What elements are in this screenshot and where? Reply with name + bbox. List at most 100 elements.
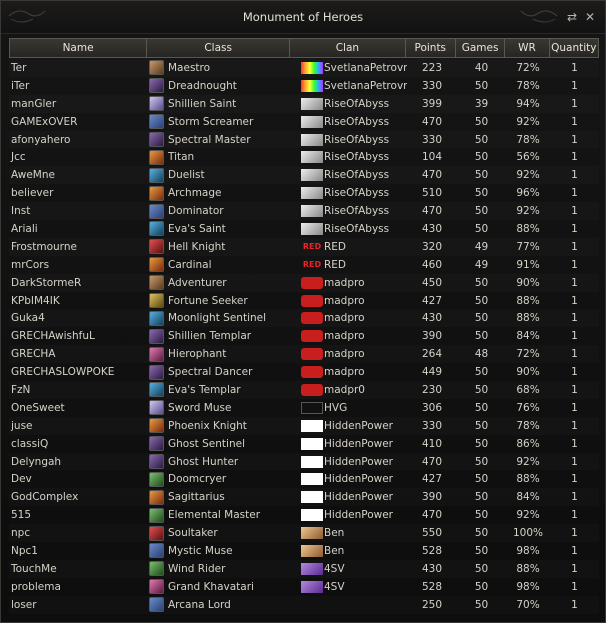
column-header-name[interactable]: Name (10, 39, 148, 57)
table-row[interactable]: juse Phoenix Knight HiddenPower 330 50 78% 1 (9, 417, 599, 435)
class-icon (149, 78, 164, 94)
table-row[interactable]: GRECHAwishfuL Shillien Templar madpro 390 50… (9, 327, 599, 345)
winrate-value: 92% (516, 205, 540, 218)
winrate-value: 77% (516, 240, 540, 253)
table-row[interactable]: Inst Dominator RiseOfAbyss 470 50 92% 1 (9, 202, 599, 220)
table-row[interactable]: npc Soultaker Ben 550 50 100% 1 (9, 524, 599, 542)
column-header-points[interactable]: Points (406, 39, 456, 57)
class-name: Hierophant (168, 348, 227, 361)
class-name: Dreadnought (168, 79, 237, 92)
table-row[interactable]: Frostmourne Hell Knight RED RED 320 49 77% 1 (9, 238, 599, 256)
table-row[interactable]: GRECHASLOWPOKE Spectral Dancer madpro 449 50… (9, 363, 599, 381)
table-row[interactable]: mrCors Cardinal RED RED 460 49 91% 1 (9, 256, 599, 274)
class-name: Mystic Muse (168, 544, 233, 557)
class-cell: Arcana Lord (147, 597, 291, 613)
monument-of-heroes-window: Monument of Heroes ⇄ ✕ Name Class Clan P… (0, 0, 606, 623)
column-header-games[interactable]: Games (456, 39, 506, 57)
player-name: Inst (11, 205, 31, 218)
player-name: manGler (11, 97, 57, 110)
points-value: 550 (421, 527, 443, 540)
column-header-class[interactable]: Class (147, 39, 291, 57)
table-row[interactable]: KPbIM4IK Fortune Seeker madpro 427 50 88% 1 (9, 292, 599, 310)
table-row[interactable]: Jcc Titan RiseOfAbyss 104 50 56% 1 (9, 148, 599, 166)
class-name: Sagittarius (168, 491, 225, 504)
class-name: Maestro (168, 61, 211, 74)
clan-name: madpr0 (324, 383, 365, 396)
column-header-clan[interactable]: Clan (290, 39, 406, 57)
table-row[interactable]: OneSweet Sword Muse HVG 306 50 76% 1 (9, 399, 599, 417)
table-row[interactable]: believer Archmage RiseOfAbyss 510 50 96% 1 (9, 184, 599, 202)
clan-emblem-icon (301, 562, 323, 575)
winrate-value: 100% (512, 527, 544, 540)
table-row[interactable]: GodComplex Sagittarius HiddenPower 390 50 84%… (9, 488, 599, 506)
quantity-value: 1 (571, 330, 578, 343)
player-name: 515 (11, 509, 32, 522)
class-cell: Sagittarius (147, 489, 291, 505)
winrate-value: 76% (516, 401, 540, 414)
class-cell: Fortune Seeker (147, 293, 291, 309)
table-row[interactable]: DarkStormeR Adventurer madpro 450 50 90% 1 (9, 274, 599, 292)
class-icon (149, 382, 164, 398)
class-cell: Adventurer (147, 275, 291, 291)
close-icon[interactable]: ✕ (583, 10, 597, 24)
player-name: GAMExOVER (11, 115, 78, 128)
column-header-quantity[interactable]: Quantity (550, 39, 598, 57)
player-name: Npc1 (11, 544, 38, 557)
class-cell: Ghost Hunter (147, 454, 291, 470)
points-value: 528 (421, 544, 443, 557)
clan-emblem-icon (301, 348, 323, 361)
table-row[interactable]: Npc1 Mystic Muse Ben 528 50 98% 1 (9, 542, 599, 560)
player-name: DarkStormeR (11, 276, 82, 289)
games-value: 50 (474, 437, 489, 450)
clan-cell: madpro (291, 276, 407, 289)
table-row[interactable]: Delyngah Ghost Hunter HiddenPower 470 50 92% 1 (9, 453, 599, 471)
clan-emblem-icon (301, 383, 323, 396)
quantity-value: 1 (571, 240, 578, 253)
table-row[interactable]: Guka4 Moonlight Sentinel madpro 430 50 88% 1 (9, 309, 599, 327)
games-value: 49 (474, 258, 489, 271)
table-row[interactable]: 515 Elemental Master HiddenPower 470 50 92% 1 (9, 506, 599, 524)
class-cell: Grand Khavatari (147, 579, 291, 595)
table-row[interactable]: FzN Eva's Templar madpr0 230 50 68% 1 (9, 381, 599, 399)
class-name: Wind Rider (168, 562, 226, 575)
games-value: 48 (474, 348, 489, 361)
clan-emblem-icon (301, 527, 323, 540)
games-value: 50 (474, 312, 489, 325)
table-row[interactable]: Ariali Eva's Saint RiseOfAbyss 430 50 88% 1 (9, 220, 599, 238)
table-row[interactable]: classiQ Ghost Sentinel HiddenPower 410 50 86%… (9, 435, 599, 453)
winrate-value: 72% (516, 348, 540, 361)
table-row[interactable]: Ter Maestro SvetlanaPetrovn 223 40 72% 1 (9, 59, 599, 77)
table-row[interactable]: TouchMe Wind Rider 4SV 430 50 88% 1 (9, 560, 599, 578)
table-row[interactable]: manGler Shillien Saint RiseOfAbyss 399 39 94%… (9, 95, 599, 113)
clan-emblem-icon (301, 79, 323, 92)
clan-name: RED (324, 240, 347, 253)
winrate-value: 78% (516, 133, 540, 146)
class-icon (149, 436, 164, 452)
table-row[interactable]: AweMne Duelist RiseOfAbyss 470 50 92% 1 (9, 166, 599, 184)
clan-cell: 4SV (291, 562, 407, 575)
class-icon (149, 167, 164, 183)
clan-cell: HiddenPower (291, 455, 407, 468)
clan-emblem-icon: RED (302, 241, 322, 251)
class-name: Grand Khavatari (168, 580, 254, 593)
class-icon (149, 275, 164, 291)
table-row[interactable]: problema Grand Khavatari 4SV 528 50 98% 1 (9, 578, 599, 596)
winrate-value: 92% (516, 509, 540, 522)
games-value: 50 (474, 527, 489, 540)
table-row[interactable]: Dev Doomcryer HiddenPower 427 50 88% 1 (9, 470, 599, 488)
table-row[interactable]: loser Arcana Lord 250 50 70% 1 (9, 596, 599, 614)
table-row[interactable]: GAMExOVER Storm Screamer RiseOfAbyss 470 50 9… (9, 113, 599, 131)
clan-name: madpro (324, 312, 365, 325)
clan-name: RiseOfAbyss (324, 115, 390, 128)
clan-emblem-icon (301, 580, 323, 593)
table-row[interactable]: iTer Dreadnought SvetlanaPetrovn 330 50 78% 1 (9, 77, 599, 95)
class-cell: Duelist (147, 167, 291, 183)
column-header-wr[interactable]: WR (505, 39, 550, 57)
quantity-value: 1 (571, 437, 578, 450)
class-cell: Eva's Saint (147, 221, 291, 237)
refresh-icon[interactable]: ⇄ (565, 10, 579, 24)
table-row[interactable]: afonyahero Spectral Master RiseOfAbyss 330 5… (9, 131, 599, 149)
games-value: 50 (474, 115, 489, 128)
table-row[interactable]: GRECHA Hierophant madpro 264 48 72% 1 (9, 345, 599, 363)
class-name: Cardinal (168, 258, 212, 271)
